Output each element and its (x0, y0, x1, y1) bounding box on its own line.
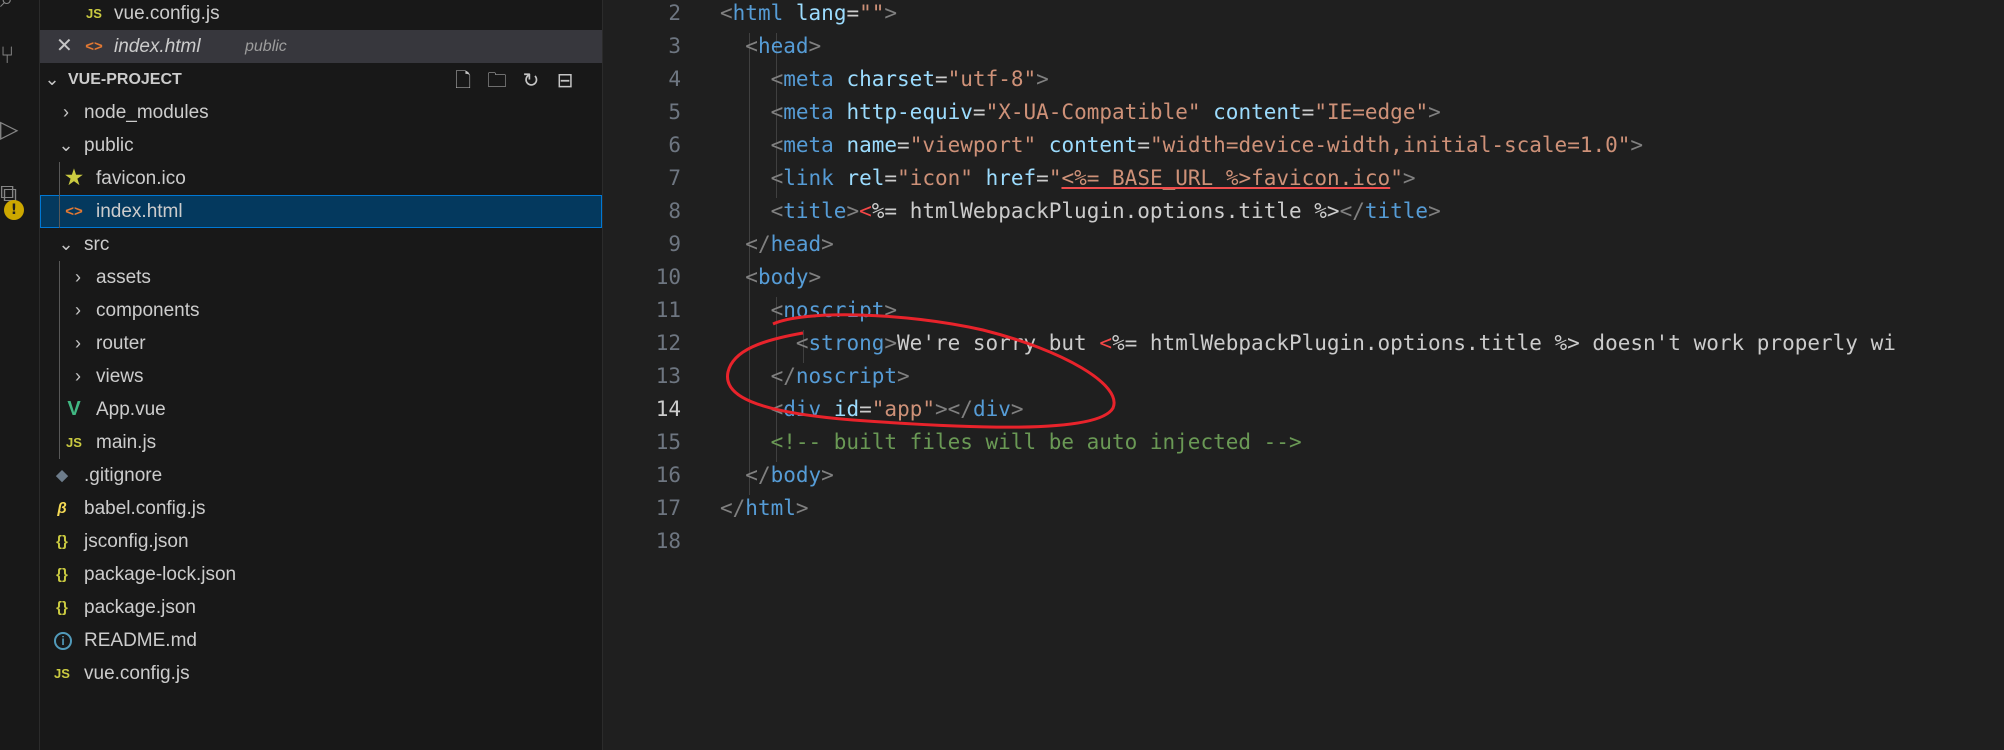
tree-item-file[interactable]: JS main.js (40, 426, 602, 459)
tree-item-label: router (96, 333, 146, 354)
code-editor[interactable]: 2 <html lang=""> 3 <head> 4 <meta charset="… (603, 0, 2004, 750)
tree-item-file[interactable]: V App.vue (40, 393, 602, 426)
tree-item-label: README.md (84, 630, 197, 651)
chevron-right-icon: › (75, 366, 81, 386)
tree-item-file-selected[interactable]: <> index.html (40, 195, 602, 228)
tree-item-file[interactable]: ◆ .gitignore (40, 459, 602, 492)
chevron-right-icon: › (63, 102, 69, 122)
collapse-all-icon[interactable]: ⊟ (553, 68, 577, 92)
json-file-icon: {} (56, 599, 68, 616)
activity-bar: ⌕ ⑂ ▷ ⧉ ! (0, 0, 40, 750)
star-icon: ★ (65, 167, 83, 189)
chevron-down-icon: ⌄ (58, 135, 74, 155)
tree-item-folder[interactable]: › views (40, 360, 602, 393)
tree-item-label: views (96, 366, 144, 387)
chevron-down-icon: ⌄ (58, 234, 74, 254)
chevron-right-icon: › (75, 333, 81, 353)
new-folder-icon[interactable]: 🗀 (485, 68, 509, 92)
tree-item-file[interactable]: i README.md (40, 624, 602, 657)
html-file-icon: <> (85, 38, 103, 55)
new-file-icon[interactable]: 🗋 (451, 68, 475, 92)
tree-item-file[interactable]: {} jsconfig.json (40, 525, 602, 558)
tree-item-label: index.html (96, 201, 183, 222)
tree-item-folder[interactable]: ⌄ public (40, 129, 602, 162)
chevron-down-icon: ⌄ (44, 69, 60, 89)
tree-item-folder[interactable]: › node_modules (40, 96, 602, 129)
tree-item-folder[interactable]: ⌄ src (40, 228, 602, 261)
explorer-section-header[interactable]: ⌄ VUE-PROJECT (40, 63, 602, 96)
tree-item-file[interactable]: {} package.json (40, 591, 602, 624)
project-title: VUE-PROJECT (68, 71, 182, 88)
explorer-sidebar: JS vue.config.js ✕ <> index.html public … (40, 0, 603, 750)
red-circle-annotation (725, 313, 1116, 429)
json-file-icon: {} (56, 533, 68, 550)
tree-item-file[interactable]: ★ favicon.ico (40, 162, 602, 195)
tree-item-label: src (84, 234, 110, 255)
tree-item-label: vue.config.js (84, 663, 190, 684)
indent-guide (59, 261, 60, 459)
tree-item-file[interactable]: {} package-lock.json (40, 558, 602, 591)
run-debug-icon[interactable]: ▷ (0, 116, 22, 142)
open-editor-label: index.html (114, 36, 201, 57)
open-editor-item-active[interactable]: ✕ <> index.html public (40, 30, 602, 63)
tree-item-label: node_modules (84, 102, 209, 123)
info-icon: i (54, 632, 72, 650)
tree-item-label: components (96, 300, 200, 321)
refresh-icon[interactable]: ↻ (519, 68, 543, 92)
tree-item-label: assets (96, 267, 151, 288)
tree-item-label: favicon.ico (96, 168, 186, 189)
tree-item-label: jsconfig.json (84, 531, 189, 552)
tree-item-label: App.vue (96, 399, 166, 420)
annotation-overlay (725, 313, 1116, 429)
tree-item-file[interactable]: JS vue.config.js (40, 657, 602, 690)
tree-item-label: main.js (96, 432, 157, 453)
tree-item-file[interactable]: β babel.config.js (40, 492, 602, 525)
indent-guide (59, 162, 60, 228)
javascript-file-icon: JS (54, 666, 70, 681)
chevron-right-icon: › (75, 300, 81, 320)
tree-item-label: .gitignore (84, 465, 163, 486)
tree-item-label: babel.config.js (84, 498, 206, 519)
warning-badge-icon: ! (4, 200, 24, 220)
vue-file-icon: V (67, 398, 81, 420)
javascript-file-icon: JS (86, 6, 102, 21)
git-file-icon: ◆ (56, 467, 68, 484)
close-icon[interactable]: ✕ (56, 30, 73, 63)
chevron-right-icon: › (75, 267, 81, 287)
open-editor-item[interactable]: JS vue.config.js (40, 0, 602, 30)
tree-item-label: package-lock.json (84, 564, 237, 585)
tree-item-folder[interactable]: › components (40, 294, 602, 327)
open-editor-folder: public (245, 38, 287, 55)
json-file-icon: {} (56, 566, 68, 583)
search-icon[interactable]: ⌕ (0, 0, 22, 12)
tree-item-label: package.json (84, 597, 196, 618)
html-file-icon: <> (65, 203, 83, 220)
source-control-icon[interactable]: ⑂ (0, 42, 22, 68)
tree-item-label: public (84, 135, 134, 156)
babel-file-icon: β (57, 500, 67, 517)
tree-item-folder[interactable]: › router (40, 327, 602, 360)
javascript-file-icon: JS (66, 435, 82, 450)
open-editor-label: vue.config.js (114, 3, 220, 24)
tree-item-folder[interactable]: › assets (40, 261, 602, 294)
